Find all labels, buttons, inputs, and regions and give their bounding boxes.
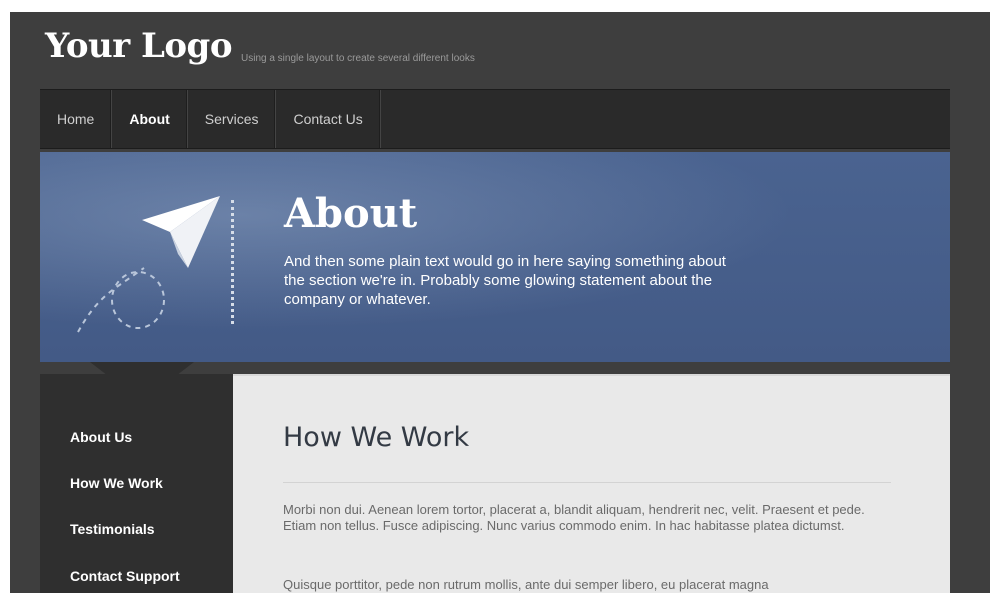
- content-paragraph: Quisque porttitor, pede non rutrum molli…: [283, 577, 769, 592]
- sidebar-item-how-we-work[interactable]: How We Work: [70, 475, 163, 491]
- sidebar-item-contact-support[interactable]: Contact Support: [70, 568, 180, 584]
- hero-banner: About And then some plain text would go …: [40, 152, 950, 362]
- sidebar: About Us How We Work Testimonials Contac…: [40, 374, 233, 593]
- nav-item-home[interactable]: Home: [40, 90, 113, 148]
- hero-text: And then some plain text would go in her…: [284, 253, 726, 308]
- main-nav: Home About Services Contact Us: [40, 89, 950, 149]
- content-divider: [283, 482, 891, 483]
- main-content: How We Work Morbi non dui. Aenean lorem …: [233, 374, 950, 593]
- sidebar-item-about-us[interactable]: About Us: [70, 429, 132, 445]
- site-tagline: Using a single layout to create several …: [241, 53, 475, 64]
- page-frame: Your Logo Using a single layout to creat…: [10, 12, 990, 593]
- content-heading: How We Work: [283, 422, 470, 453]
- nav-item-about[interactable]: About: [112, 90, 188, 148]
- sidebar-item-testimonials[interactable]: Testimonials: [70, 521, 155, 537]
- paper-plane-icon: [77, 196, 220, 333]
- nav-item-contact-us[interactable]: Contact Us: [276, 90, 381, 148]
- site-header: Your Logo Using a single layout to creat…: [45, 26, 945, 76]
- site-logo[interactable]: Your Logo: [45, 26, 233, 66]
- content-paragraph: Morbi non dui. Aenean lorem tortor, plac…: [283, 502, 865, 533]
- dotted-divider: [231, 200, 234, 324]
- hero-title: About: [284, 190, 418, 237]
- nav-item-services[interactable]: Services: [188, 90, 277, 148]
